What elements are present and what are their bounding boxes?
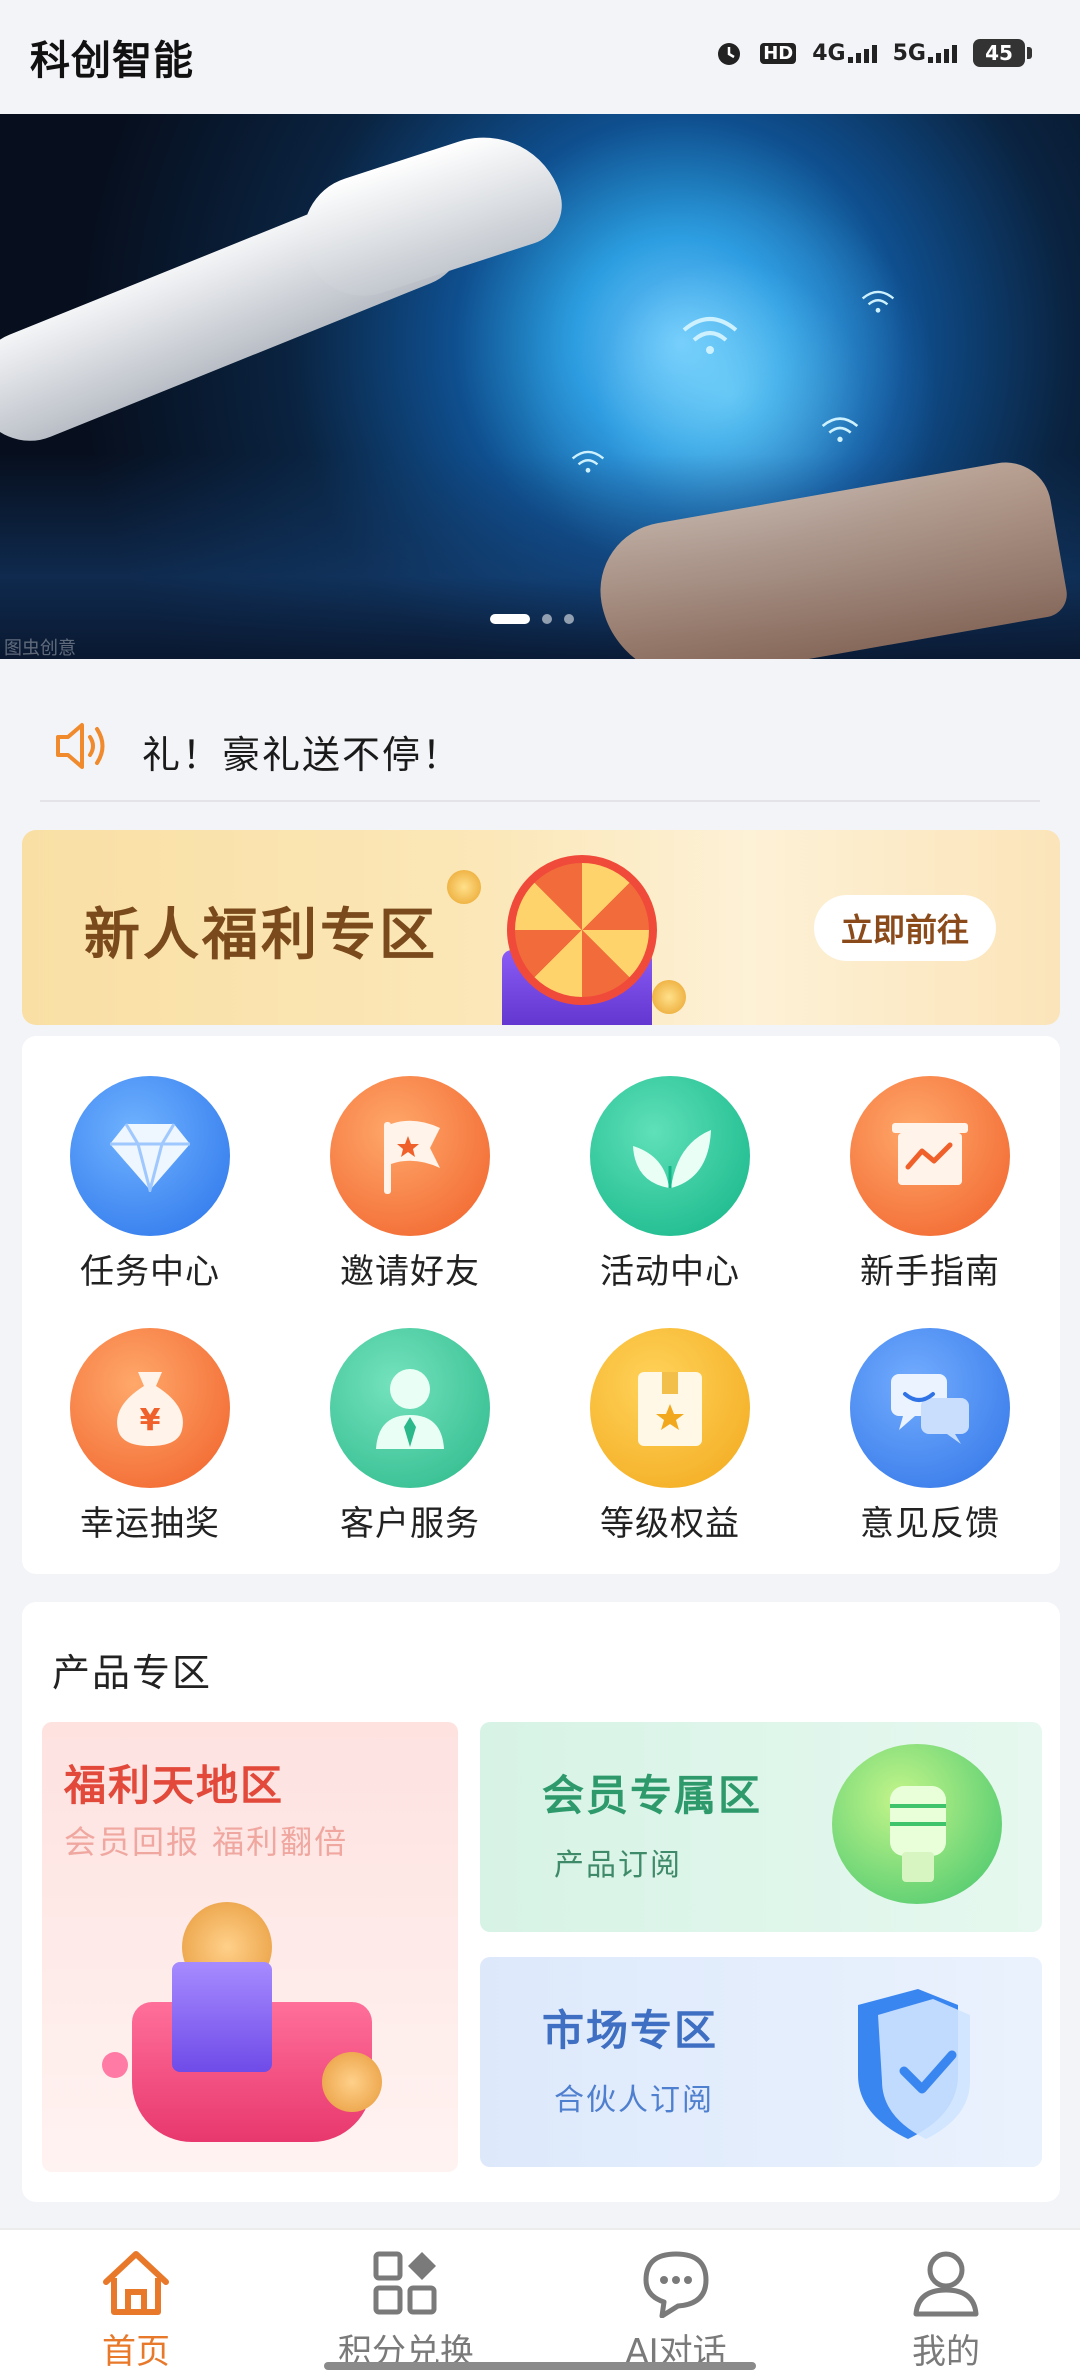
- money-bag-icon: ¥: [70, 1328, 230, 1488]
- banner-dot[interactable]: [542, 614, 552, 624]
- notice-bar[interactable]: 礼！豪礼送不停！: [40, 700, 1040, 802]
- grid-label: 活动中心: [600, 1252, 740, 1292]
- coin-icon: [447, 870, 481, 904]
- member-exclusive-tile[interactable]: 会员专属区 产品订阅: [480, 1722, 1042, 1932]
- newcomer-welfare-banner[interactable]: 新人福利专区 立即前往: [22, 830, 1060, 1025]
- grid-item-task-center[interactable]: 任务中心: [50, 1076, 250, 1293]
- grid-label: 任务中心: [80, 1252, 220, 1292]
- banner-dot[interactable]: [564, 614, 574, 624]
- bottom-navigation: 首页 积分兑换 AI对话 我的: [0, 2228, 1080, 2378]
- fist-icon: [832, 1744, 1002, 1904]
- grid-label: 幸运抽奖: [80, 1504, 220, 1544]
- tile-subtitle: 产品订阅: [554, 1848, 682, 1883]
- market-zone-tile[interactable]: 市场专区 合伙人订阅: [480, 1957, 1042, 2167]
- grid-label: 意见反馈: [860, 1504, 1000, 1544]
- grid-item-activity-center[interactable]: 活动中心: [570, 1076, 770, 1293]
- grid-item-feedback[interactable]: 意见反馈: [830, 1328, 1030, 1545]
- tile-subtitle: 合伙人订阅: [554, 2083, 714, 2118]
- app-title: 科创智能: [30, 38, 194, 84]
- tile-title: 市场专区: [542, 2006, 719, 2055]
- feature-grid: 任务中心 邀请好友 活动中心 新手指南 ¥ 幸运抽奖 客户服务 等级权益 意见反…: [22, 1036, 1060, 1574]
- nav-label: 首页: [102, 2332, 170, 2372]
- go-now-button[interactable]: 立即前往: [814, 895, 996, 961]
- user-icon: [913, 2251, 979, 2317]
- card-icon: [172, 1962, 272, 2072]
- chat-icon: [643, 2251, 709, 2319]
- grid-label: 新手指南: [860, 1252, 1000, 1292]
- shield-check-icon: [838, 1985, 988, 2149]
- banner-dot-active[interactable]: [490, 614, 530, 624]
- battery-icon: 45: [973, 39, 1032, 67]
- grid-item-lucky-draw[interactable]: ¥ 幸运抽奖: [50, 1328, 250, 1545]
- welfare-world-tile[interactable]: 福利天地区 会员回报 福利翻倍: [42, 1722, 458, 2172]
- home-indicator[interactable]: [324, 2362, 756, 2370]
- tile-subtitle: 会员回报 福利翻倍: [64, 1823, 349, 1861]
- coin-icon: [652, 980, 686, 1014]
- product-zone: 产品专区 福利天地区 会员回报 福利翻倍 会员专属区 产品订阅 市场专区 合伙人…: [22, 1602, 1060, 2202]
- welfare-title: 新人福利专区: [84, 902, 438, 968]
- grid-item-customer-service[interactable]: 客户服务: [310, 1328, 510, 1545]
- hd-label: HD: [760, 42, 797, 64]
- nav-home[interactable]: 首页: [36, 2248, 236, 2373]
- nav-mine[interactable]: 我的: [846, 2248, 1046, 2373]
- prize-wheel-icon: [507, 855, 657, 1005]
- notice-text: 礼！豪礼送不停！: [142, 733, 463, 777]
- nav-label: 我的: [912, 2332, 980, 2372]
- banner-watermark: 图虫创意: [4, 638, 76, 659]
- grid-label: 等级权益: [600, 1504, 740, 1544]
- coin-icon: [322, 2052, 382, 2112]
- tile-title: 福利天地区: [64, 1761, 285, 1810]
- network-5g-label: 5G: [892, 40, 926, 66]
- ball-icon: [102, 2052, 128, 2078]
- star-box-icon: [590, 1328, 750, 1488]
- wifi-icon: [860, 284, 896, 324]
- status-bar: 科创智能 HD 4G 5G 45: [0, 0, 1080, 110]
- home-icon: [103, 2251, 169, 2315]
- grid-item-beginner-guide[interactable]: 新手指南: [830, 1076, 1030, 1293]
- tile-title: 会员专属区: [542, 1771, 763, 1820]
- wifi-icon: [570, 444, 606, 484]
- wifi-icon: [680, 314, 740, 367]
- diamond-icon: [70, 1076, 230, 1236]
- leaf-icon: [590, 1076, 750, 1236]
- status-icons: HD 4G 5G 45: [714, 38, 1032, 68]
- alarm-icon: [714, 38, 744, 68]
- grid-item-level-benefits[interactable]: 等级权益: [570, 1328, 770, 1545]
- network-4g-label: 4G: [812, 40, 846, 66]
- wifi-icon: [820, 414, 860, 454]
- agent-icon: [330, 1328, 490, 1488]
- speaker-icon: [50, 715, 112, 781]
- grid-label: 客户服务: [340, 1504, 480, 1544]
- grid-label: 邀请好友: [340, 1252, 480, 1292]
- hero-banner[interactable]: 图虫创意: [0, 114, 1080, 659]
- product-zone-title: 产品专区: [52, 1651, 213, 1695]
- signal-5g-icon: 5G: [893, 41, 957, 66]
- svg-text:¥: ¥: [140, 1403, 161, 1438]
- grid-item-invite-friends[interactable]: 邀请好友: [310, 1076, 510, 1293]
- flag-icon: [330, 1076, 490, 1236]
- nav-ai-chat[interactable]: AI对话: [576, 2248, 776, 2373]
- chart-board-icon: [850, 1076, 1010, 1236]
- battery-level: 45: [973, 39, 1025, 67]
- nav-points-exchange[interactable]: 积分兑换: [306, 2248, 506, 2373]
- banner-pagination: [490, 614, 574, 624]
- grid-apps-icon: [373, 2251, 437, 2315]
- chat-bubbles-icon: [850, 1328, 1010, 1488]
- hd-icon: HD: [760, 42, 797, 64]
- signal-4g-icon: 4G: [812, 40, 877, 66]
